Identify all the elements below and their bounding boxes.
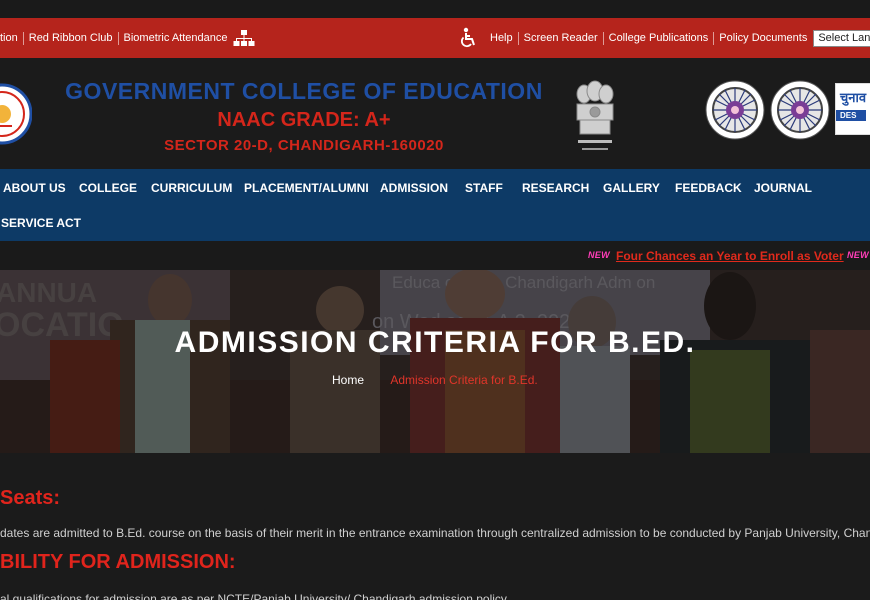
nav-item-college[interactable]: COLLEGE <box>79 181 137 195</box>
nav-item-gallery[interactable]: GALLERY <box>603 181 660 195</box>
nav-item-research[interactable]: RESEARCH <box>522 181 589 195</box>
utility-link-biometric[interactable]: Biometric Attendance <box>124 32 228 44</box>
separator <box>517 31 519 45</box>
eligibility-paragraph: al qualifications for admission are as p… <box>0 592 510 600</box>
nav-item-staff[interactable]: STAFF <box>465 181 503 195</box>
utility-left-links: tion Red Ribbon Club Biometric Attendanc… <box>0 18 255 58</box>
seats-paragraph: dates are admitted to B.Ed. course on th… <box>0 526 870 540</box>
nav-item-journal[interactable]: JOURNAL <box>754 181 812 195</box>
top-strip <box>0 0 870 18</box>
new-badge-icon: NEW <box>847 250 869 260</box>
page: tion Red Ribbon Club Biometric Attendanc… <box>0 0 870 600</box>
college-title-block: GOVERNMENT COLLEGE OF EDUCATION NAAC GRA… <box>44 78 564 154</box>
news-ticker: NEW Four Chances an Year to Enroll as Vo… <box>0 241 870 270</box>
wheelchair-icon[interactable] <box>458 27 478 49</box>
utility-link-partial[interactable]: tion <box>0 32 18 44</box>
ticker-link[interactable]: Four Chances an Year to Enroll as Voter <box>616 249 844 263</box>
site-header: GOVERNMENT COLLEGE OF EDUCATION NAAC GRA… <box>0 58 870 169</box>
eligibility-heading: BILITY FOR ADMISSION: <box>0 551 236 573</box>
page-title: ADMISSION CRITERIA FOR B.ED. <box>174 326 696 359</box>
nav-item-admission[interactable]: ADMISSION <box>380 181 448 195</box>
separator <box>713 31 715 45</box>
breadcrumb-current: Admission Criteria for B.Ed. <box>390 373 538 387</box>
separator <box>117 31 119 45</box>
sitemap-icon[interactable] <box>233 29 255 47</box>
banner-photo: ANNUA OCATIO Educa cretary, Chandigarh A… <box>0 270 870 453</box>
eci-logo-text: चुनाव <box>840 90 867 105</box>
breadcrumb: Home Admission Criteria for B.Ed. <box>332 373 538 387</box>
main-content: Seats: dates are admitted to B.Ed. cours… <box>0 453 870 600</box>
nav-item-service-act[interactable]: SERVICE ACT <box>1 216 81 230</box>
nav-item-placement-alumni[interactable]: PLACEMENT/ALUMNI <box>244 181 369 195</box>
national-emblem-icon <box>576 80 614 150</box>
college-name: GOVERNMENT COLLEGE OF EDUCATION <box>65 78 543 104</box>
language-select[interactable]: Select Language <box>813 29 870 47</box>
separator <box>22 31 24 45</box>
nav-item-curriculum[interactable]: CURRICULUM <box>151 181 232 195</box>
utility-link-screen-reader[interactable]: Screen Reader <box>524 32 598 44</box>
election-wheel-logo-1[interactable] <box>705 80 765 140</box>
new-badge-icon: NEW <box>588 250 610 260</box>
nav-item-about-us[interactable]: ABOUT US <box>3 181 66 195</box>
utility-bar: tion Red Ribbon Club Biometric Attendanc… <box>0 18 870 58</box>
seats-heading: Seats: <box>0 487 61 509</box>
election-commission-logo[interactable]: चुनाव DES <box>835 83 870 135</box>
eci-logo-sub: DES <box>836 110 866 121</box>
college-logo[interactable] <box>0 74 32 154</box>
utility-right-links: Help Screen Reader College Publications … <box>458 18 870 58</box>
utility-link-help[interactable]: Help <box>490 32 513 44</box>
page-banner: ANNUA OCATIO Educa cretary, Chandigarh A… <box>0 270 870 453</box>
separator <box>602 31 604 45</box>
breadcrumb-home[interactable]: Home <box>332 373 364 387</box>
utility-link-policy-documents[interactable]: Policy Documents <box>719 32 807 44</box>
utility-link-red-ribbon[interactable]: Red Ribbon Club <box>29 32 113 44</box>
nav-item-feedback[interactable]: FEEDBACK <box>675 181 742 195</box>
election-wheel-logo-2[interactable] <box>770 80 830 140</box>
naac-grade: NAAC GRADE: A+ <box>217 109 391 131</box>
college-address: SECTOR 20-D, CHANDIGARH-160020 <box>164 137 444 154</box>
main-nav: ABOUT US COLLEGE CURRICULUM PLACEMENT/AL… <box>0 169 870 241</box>
utility-link-college-publications[interactable]: College Publications <box>609 32 709 44</box>
